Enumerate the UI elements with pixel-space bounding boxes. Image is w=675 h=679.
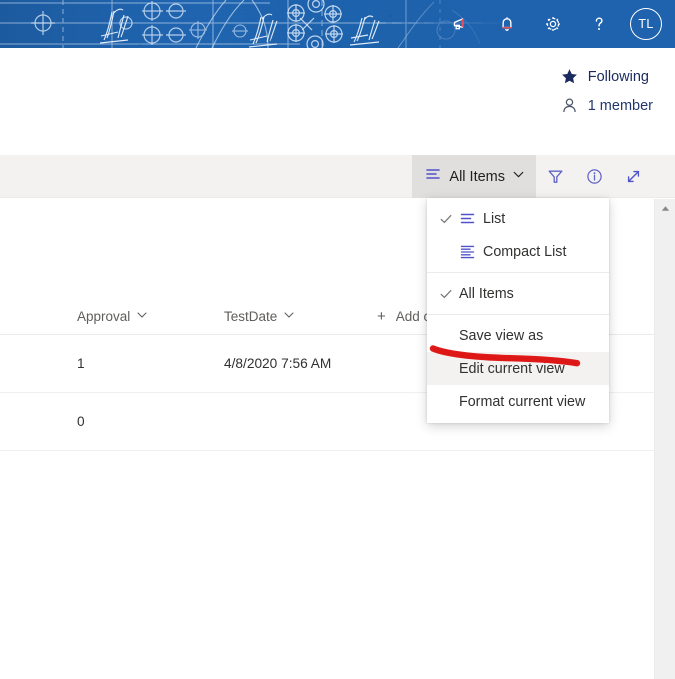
suite-bar: TL (0, 0, 675, 48)
menu-item-list[interactable]: List (427, 202, 609, 235)
menu-item-format-current-view-label: Format current view (459, 393, 586, 410)
question-icon[interactable] (576, 0, 622, 48)
column-header-approval[interactable]: Approval (77, 309, 148, 324)
compact-list-icon (459, 243, 483, 260)
menu-item-format-current-view[interactable]: Format current view (427, 385, 609, 418)
plus-icon: + (377, 308, 386, 325)
members-button[interactable]: 1 member (561, 97, 653, 114)
chevron-down-icon (512, 168, 525, 186)
gear-icon[interactable] (530, 0, 576, 48)
vertical-scrollbar[interactable] (654, 199, 675, 679)
list-icon (459, 210, 483, 227)
cell-approval: 0 (77, 414, 85, 429)
menu-item-all-items[interactable]: All Items (427, 277, 609, 310)
bell-icon[interactable] (484, 0, 530, 48)
menu-item-all-items-label: All Items (459, 285, 514, 302)
site-header-actions: Following 1 member (561, 68, 653, 114)
menu-item-compact-list-label: Compact List (483, 243, 567, 260)
menu-item-compact-list[interactable]: Compact List (427, 235, 609, 268)
toolbar-right-group: All Items (412, 155, 653, 198)
menu-item-save-view-as-label: Save view as (459, 327, 544, 344)
check-icon (439, 287, 459, 301)
avatar-initials: TL (630, 8, 662, 40)
column-header-approval-label: Approval (77, 309, 131, 324)
chevron-down-icon (136, 309, 148, 324)
view-switcher-button[interactable]: All Items (412, 155, 536, 198)
person-icon (561, 97, 578, 114)
menu-item-edit-current-view-label: Edit current view (459, 360, 565, 377)
column-header-testdate[interactable]: TestDate (224, 309, 295, 324)
star-filled-icon (561, 68, 578, 85)
caret-up-icon[interactable] (655, 199, 675, 217)
megaphone-icon[interactable] (438, 0, 484, 48)
filter-icon[interactable] (536, 155, 575, 198)
following-button[interactable]: Following (561, 68, 649, 85)
following-label: Following (587, 68, 649, 85)
view-switcher-menu: List Compact List All Items Save view as… (427, 198, 609, 423)
members-label: 1 member (587, 97, 653, 114)
site-theme-blueprint-image (0, 0, 500, 48)
info-icon[interactable] (575, 155, 614, 198)
site-header: Following 1 member (0, 48, 675, 155)
suite-bar-actions: TL (438, 0, 675, 48)
menu-item-list-label: List (483, 210, 506, 227)
check-icon (439, 212, 459, 226)
cell-approval: 1 (77, 356, 85, 371)
menu-divider (427, 314, 609, 315)
menu-divider (427, 272, 609, 273)
expand-icon[interactable] (614, 155, 653, 198)
chevron-down-icon (283, 309, 295, 324)
menu-item-save-view-as[interactable]: Save view as (427, 319, 609, 352)
list-command-toolbar: All Items (0, 155, 675, 198)
view-switcher-label: All Items (449, 168, 505, 185)
avatar[interactable]: TL (622, 0, 670, 48)
cell-testdate: 4/8/2020 7:56 AM (224, 356, 332, 371)
list-icon (424, 165, 442, 188)
menu-item-edit-current-view[interactable]: Edit current view (427, 352, 609, 385)
column-header-testdate-label: TestDate (224, 309, 278, 324)
